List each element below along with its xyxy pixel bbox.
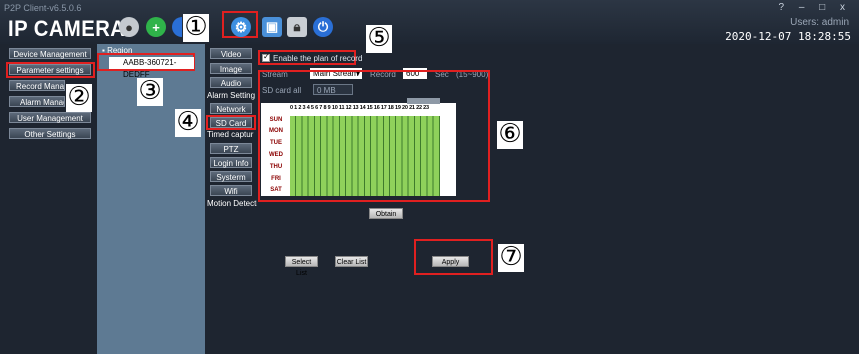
nav-device-management[interactable]: Device Management [9,48,91,59]
app-version: P2P Client-v6.5.0.6 [4,3,82,13]
clock: 2020-12-07 18:28:55 [725,30,851,43]
callout-6: ⑥ [497,119,523,149]
day-fri[interactable]: FRI [263,176,289,182]
settings-timed-capture[interactable]: Timed captur [207,130,255,139]
callout-3: ③ [137,76,163,106]
clear-list-button[interactable]: Clear List [335,256,368,267]
nav-record-manage[interactable]: Record Manage [9,80,65,91]
settings-image[interactable]: Image [210,63,252,74]
settings-login-info[interactable]: Login Info [210,157,252,168]
enable-record-checkbox[interactable]: ✓ [262,52,270,62]
day-wed[interactable]: WED [263,152,289,158]
day-tue[interactable]: TUE [263,140,289,146]
nav-parameter-settings[interactable]: Parameter settings [9,64,91,75]
settings-wifi[interactable]: Wifi [210,185,252,196]
tree-device[interactable]: AABB-360721-DEDFF [109,57,194,79]
obtain-button[interactable]: Obtain [369,208,403,219]
config-icon[interactable]: ▣ [262,17,282,37]
power-icon[interactable]: ⏻ [313,17,333,37]
app-title: IP CAMERA [8,16,126,41]
day-sat[interactable]: SAT [263,187,289,193]
callout-2: ② [66,82,92,112]
callout-1: ① [183,12,209,42]
callout-4: ④ [175,107,201,137]
select-list-button[interactable]: Select List [285,256,318,277]
settings-alarm[interactable]: Alarm Setting [207,91,255,100]
check-icon: ✓ [263,52,270,61]
gear-icon[interactable]: ⚙ [231,17,251,37]
day-mon[interactable]: MON [263,128,289,134]
enable-record-label: Enable the plan of record [273,54,363,63]
grid-header-bar [407,98,440,104]
camera-icon[interactable]: ● [119,17,139,37]
schedule-cells[interactable] [290,116,440,196]
settings-video[interactable]: Video [210,48,252,59]
settings-network[interactable]: Network [210,103,252,114]
apply-button[interactable]: Apply [432,256,469,267]
lock-icon[interactable]: 🔒︎ [287,17,307,37]
add-icon[interactable]: + [146,17,166,37]
callout-7: ⑦ [498,242,524,272]
day-thu[interactable]: THU [263,164,289,170]
nav-alarm-manage[interactable]: Alarm Manage [9,96,65,107]
settings-sd-card[interactable]: SD Card [210,117,252,128]
nav-user-management[interactable]: User Management [9,112,91,123]
settings-systerm[interactable]: Systerm [210,171,252,182]
callout-5: ⑤ [366,23,392,53]
hour-labels: 0 1 2 3 4 5 6 7 8 9 10 11 12 13 14 15 16… [290,105,429,111]
nav-other-settings[interactable]: Other Settings [9,128,91,139]
window-controls[interactable]: ? – □ x [779,2,852,13]
settings-audio[interactable]: Audio [210,77,252,88]
settings-motion-detection[interactable]: Motion Detectio [207,199,257,208]
settings-ptz[interactable]: PTZ [210,143,252,154]
current-user: Users: admin [790,17,849,28]
day-sun[interactable]: SUN [263,117,289,123]
